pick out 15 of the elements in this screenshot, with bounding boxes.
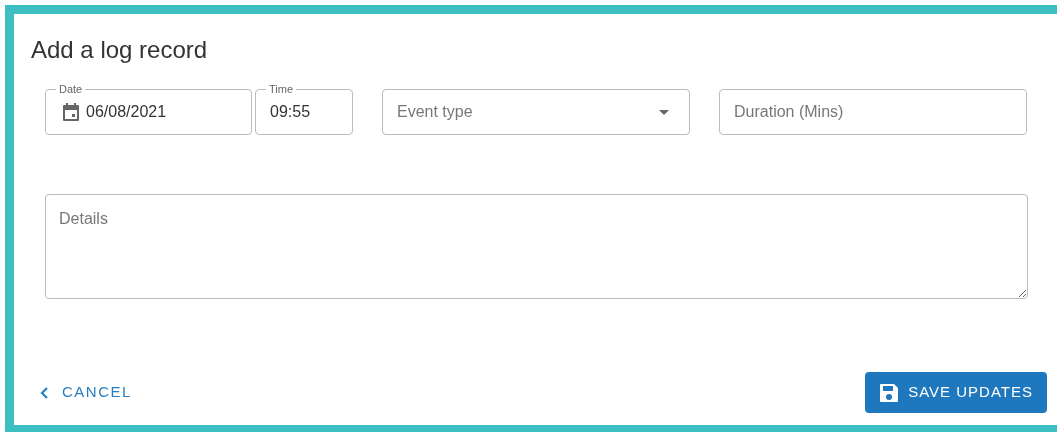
details-field[interactable]: Details [45,194,1028,299]
dialog-title: Add a log record [31,36,208,64]
date-value: 06/08/2021 [86,102,167,122]
time-value: 09:55 [270,102,311,122]
cancel-button[interactable]: CANCEL [38,377,134,408]
event-type-dropdown[interactable]: Event type [382,89,690,135]
dropdown-placeholder: Event type [397,102,473,122]
calendar-icon [62,102,80,122]
save-icon [879,382,900,403]
field-label: Time [266,82,297,96]
chevron-left-icon [40,386,48,399]
save-button[interactable]: SAVE UPDATES [865,372,1047,413]
field-label: Date [56,82,86,96]
duration-field[interactable]: Duration (Mins) [719,89,1027,135]
caret-icon [659,109,669,115]
